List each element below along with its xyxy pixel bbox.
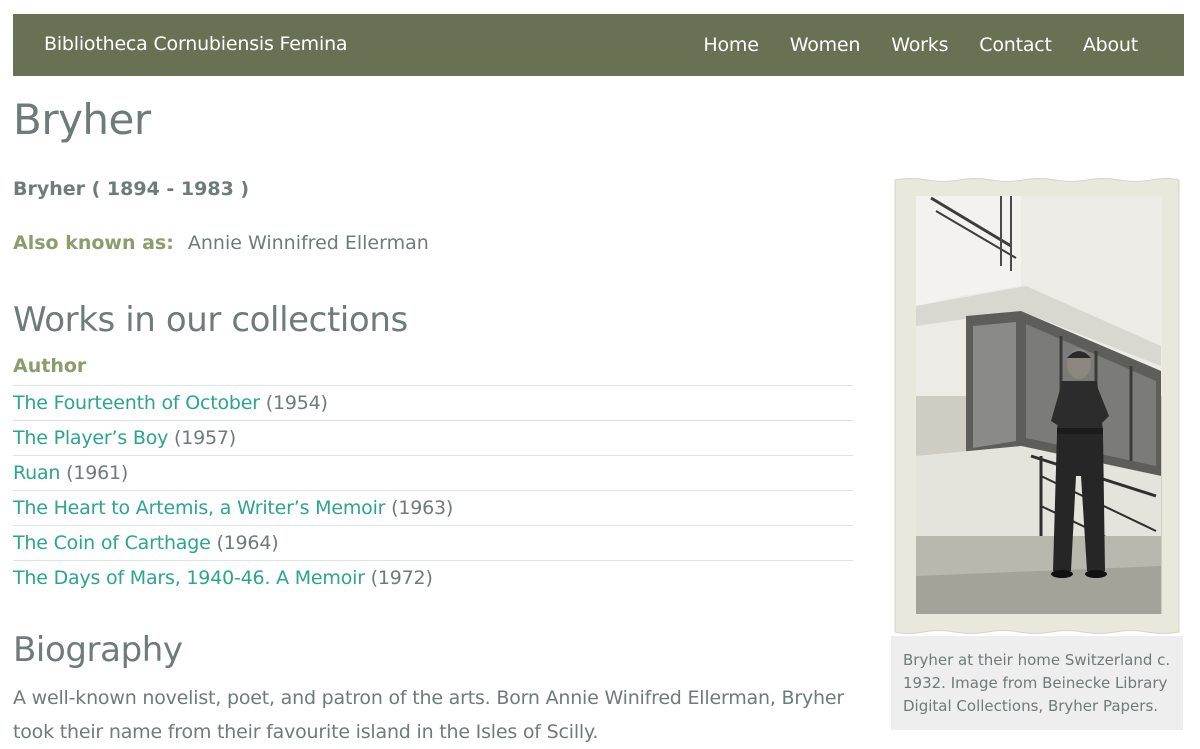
main-nav: Home Women Works Contact About [703, 14, 1138, 76]
role-label-author: Author [13, 355, 87, 377]
work-link[interactable]: The Coin of Carthage [13, 532, 211, 554]
portrait-photo [891, 176, 1183, 636]
work-year: (1972) [370, 567, 433, 589]
biography-heading: Biography [13, 630, 183, 670]
work-item: The Player’s Boy (1957) [13, 420, 853, 455]
works-heading: Works in our collections [13, 300, 408, 340]
biography-text: A well-known novelist, poet, and patron … [13, 687, 844, 743]
aka-label: Also known as: [13, 232, 174, 254]
work-year: (1964) [216, 532, 279, 554]
nav-link-about[interactable]: About [1083, 34, 1138, 56]
nav-link-works[interactable]: Works [891, 34, 948, 56]
work-year: (1954) [265, 392, 328, 414]
work-year: (1961) [66, 462, 129, 484]
work-year: (1963) [391, 497, 454, 519]
work-item: The Days of Mars, 1940-46. A Memoir (197… [13, 560, 853, 595]
page-title: Bryher [13, 95, 151, 144]
nav-link-home[interactable]: Home [703, 34, 759, 56]
portrait-figure: Bryher at their home Switzerland c. 1932… [891, 176, 1183, 730]
work-link[interactable]: Ruan [13, 462, 60, 484]
site-brand-link[interactable]: Bibliotheca Cornubiensis Femina [44, 14, 348, 74]
works-list: The Fourteenth of October (1954) The Pla… [13, 385, 853, 595]
portrait-caption: Bryher at their home Switzerland c. 1932… [903, 651, 1171, 715]
work-item: The Fourteenth of October (1954) [13, 385, 853, 420]
navbar: Bibliotheca Cornubiensis Femina Home Wom… [13, 14, 1184, 76]
work-item: The Heart to Artemis, a Writer’s Memoir … [13, 490, 853, 525]
also-known-as: Also known as: Annie Winnifred Ellerman [13, 232, 429, 254]
nav-link-women[interactable]: Women [790, 34, 861, 56]
work-link[interactable]: The Player’s Boy [13, 427, 168, 449]
work-link[interactable]: The Fourteenth of October [13, 392, 260, 414]
work-year: (1957) [174, 427, 237, 449]
aka-value: Annie Winnifred Ellerman [187, 232, 429, 254]
work-link[interactable]: The Heart to Artemis, a Writer’s Memoir [13, 497, 385, 519]
work-item: Ruan (1961) [13, 455, 853, 490]
life-dates: Bryher ( 1894 - 1983 ) [13, 178, 250, 200]
work-link[interactable]: The Days of Mars, 1940-46. A Memoir [13, 567, 365, 589]
nav-link-contact[interactable]: Contact [979, 34, 1052, 56]
work-item: The Coin of Carthage (1964) [13, 525, 853, 560]
